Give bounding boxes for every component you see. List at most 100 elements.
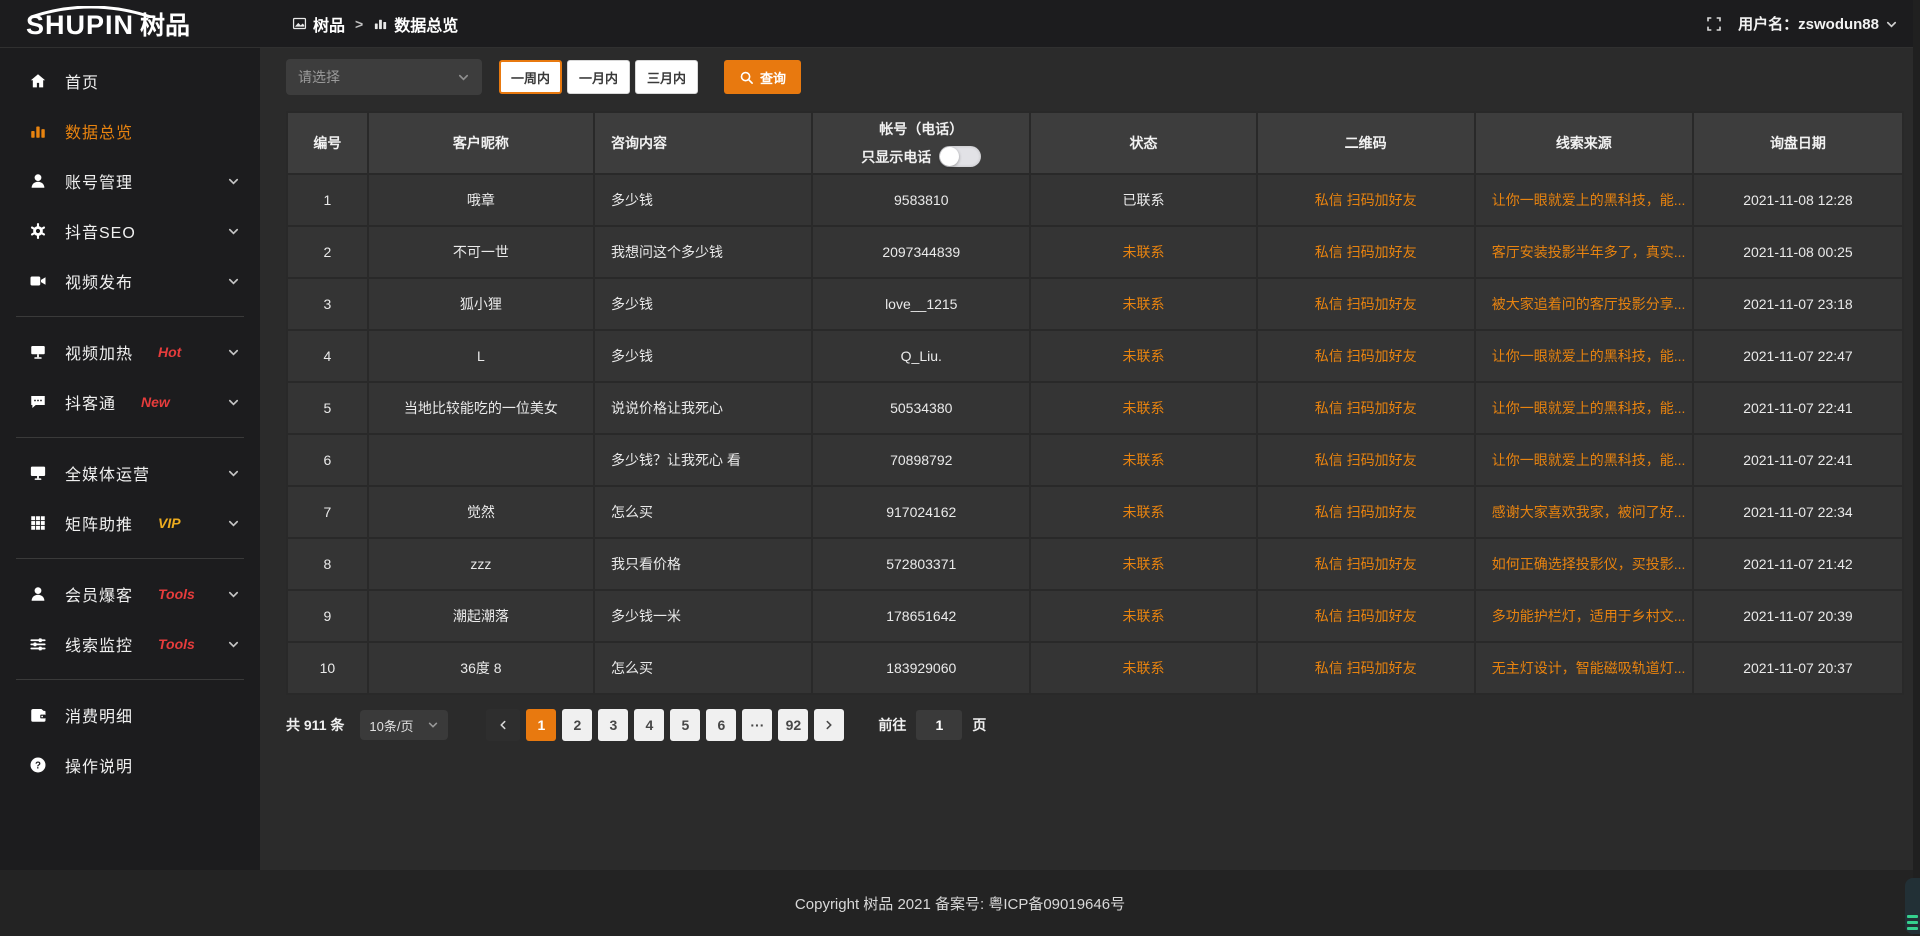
- sidebar-item-video-publish[interactable]: 视频发布: [0, 256, 260, 306]
- cell-date: 2021-11-07 22:41: [1693, 382, 1903, 434]
- cell-source-link[interactable]: 让你一眼就爱上的黑科技，能...: [1475, 434, 1693, 486]
- sidebar-item-label: 抖音SEO: [65, 219, 136, 243]
- cell-content: 我想问这个多少钱: [594, 226, 812, 278]
- sidebar-item-home[interactable]: 首页: [0, 56, 260, 106]
- cell-account: love__1215: [812, 278, 1030, 330]
- sidebar-item-label: 会员爆客: [65, 582, 133, 606]
- cell-id: 10: [287, 642, 368, 694]
- page-button-92[interactable]: 92: [778, 709, 808, 741]
- cell-qrcode-link[interactable]: 私信 扫码加好友: [1257, 486, 1475, 538]
- sidebar-item-badge: Tools: [158, 636, 195, 652]
- cell-id: 1: [287, 174, 368, 226]
- table-row: 1036度 8怎么买183929060未联系私信 扫码加好友无主灯设计，智能磁吸…: [287, 642, 1903, 694]
- app-window-icon: [292, 16, 307, 31]
- cell-qrcode-link[interactable]: 私信 扫码加好友: [1257, 382, 1475, 434]
- sidebar-item-label: 消费明细: [65, 703, 133, 727]
- cell-date: 2021-11-07 22:47: [1693, 330, 1903, 382]
- sidebar-item-douketong[interactable]: 抖客通New: [0, 377, 260, 427]
- cell-qrcode-link[interactable]: 私信 扫码加好友: [1257, 226, 1475, 278]
- sidebar-item-data-overview[interactable]: 数据总览: [0, 106, 260, 156]
- user-menu[interactable]: 用户名：zswodun88: [1738, 13, 1898, 34]
- brand-logo: SHUPIN 树品: [0, 2, 260, 45]
- chevron-down-icon: [227, 175, 240, 188]
- page-button-5[interactable]: 5: [670, 709, 700, 741]
- sidebar-item-member-baoke[interactable]: 会员爆客Tools: [0, 569, 260, 619]
- cell-nickname: 狐小狸: [368, 278, 594, 330]
- cell-status: 未联系: [1030, 642, 1256, 694]
- filter-select[interactable]: 请选择: [286, 59, 482, 95]
- sidebar-item-video-heating[interactable]: 视频加热Hot: [0, 327, 260, 377]
- chevron-down-icon: [227, 396, 240, 409]
- cell-source-link[interactable]: 被大家追着问的客厅投影分享...: [1475, 278, 1693, 330]
- page-size-label: 10条/页: [369, 716, 413, 735]
- period-button-quarter[interactable]: 三月内: [635, 60, 698, 94]
- cell-qrcode-link[interactable]: 私信 扫码加好友: [1257, 434, 1475, 486]
- page-button-3[interactable]: 3: [598, 709, 628, 741]
- cell-source-link[interactable]: 让你一眼就爱上的黑科技，能...: [1475, 330, 1693, 382]
- sidebar-item-account-management[interactable]: 账号管理: [0, 156, 260, 206]
- cell-qrcode-link[interactable]: 私信 扫码加好友: [1257, 330, 1475, 382]
- prev-page-button[interactable]: [486, 709, 520, 741]
- cell-source-link[interactable]: 客厅安装投影半年多了，真实...: [1475, 226, 1693, 278]
- total-count-label: 共 911 条: [286, 715, 344, 735]
- cell-qrcode-link[interactable]: 私信 扫码加好友: [1257, 538, 1475, 590]
- sidebar-item-badge: VIP: [158, 515, 181, 531]
- page-ellipsis-button[interactable]: ···: [742, 709, 772, 741]
- breadcrumb-current[interactable]: 数据总览: [373, 12, 458, 36]
- sidebar-item-label: 矩阵助推: [65, 511, 133, 535]
- period-button-week[interactable]: 一周内: [499, 60, 562, 94]
- cell-content: 多少钱: [594, 278, 812, 330]
- cell-date: 2021-11-08 12:28: [1693, 174, 1903, 226]
- cell-status: 未联系: [1030, 330, 1256, 382]
- cell-source-link[interactable]: 如何正确选择投影仪，买投影...: [1475, 538, 1693, 590]
- page-button-2[interactable]: 2: [562, 709, 592, 741]
- phone-only-toggle[interactable]: [939, 146, 981, 167]
- cell-qrcode-link[interactable]: 私信 扫码加好友: [1257, 590, 1475, 642]
- page-nav: 123456···92: [486, 709, 844, 741]
- cell-source-link[interactable]: 无主灯设计，智能磁吸轨道灯...: [1475, 642, 1693, 694]
- cell-source-link[interactable]: 多功能护栏灯，适用于乡村文...: [1475, 590, 1693, 642]
- chevron-down-icon: [227, 467, 240, 480]
- cell-qrcode-link[interactable]: 私信 扫码加好友: [1257, 174, 1475, 226]
- table-header-row: 编号 客户昵称 咨询内容 帐号（电话） 只显示电话 状态 二维码 线索来源: [287, 112, 1903, 174]
- sidebar-item-douyin-seo[interactable]: 抖音SEO: [0, 206, 260, 256]
- sidebar-item-clue-monitor[interactable]: 线索监控Tools: [0, 619, 260, 669]
- page-size-select[interactable]: 10条/页: [360, 710, 448, 740]
- cell-account: 9583810: [812, 174, 1030, 226]
- chevron-down-icon: [227, 346, 240, 359]
- table-row: 7觉然怎么买917024162未联系私信 扫码加好友感谢大家喜欢我家，被问了好.…: [287, 486, 1903, 538]
- cell-qrcode-link[interactable]: 私信 扫码加好友: [1257, 278, 1475, 330]
- period-filter-group: 一周内一月内三月内: [499, 60, 698, 94]
- col-account: 帐号（电话） 只显示电话: [812, 112, 1030, 174]
- cell-source-link[interactable]: 感谢大家喜欢我家，被问了好...: [1475, 486, 1693, 538]
- cell-qrcode-link[interactable]: 私信 扫码加好友: [1257, 642, 1475, 694]
- cell-content: 怎么买: [594, 642, 812, 694]
- cell-account: 183929060: [812, 642, 1030, 694]
- fullscreen-icon[interactable]: [1706, 16, 1722, 32]
- cell-nickname: 哦章: [368, 174, 594, 226]
- period-button-month[interactable]: 一月内: [567, 60, 630, 94]
- cell-source-link[interactable]: 让你一眼就爱上的黑科技，能...: [1475, 382, 1693, 434]
- sidebar-item-matrix-boost[interactable]: 矩阵助推 VIP: [0, 498, 260, 548]
- sidebar-item-consumption-detail[interactable]: 消费明细: [0, 690, 260, 740]
- page-button-4[interactable]: 4: [634, 709, 664, 741]
- table-row: 4L多少钱Q_Liu.未联系私信 扫码加好友让你一眼就爱上的黑科技，能...20…: [287, 330, 1903, 382]
- goto-page-input[interactable]: [916, 710, 962, 740]
- page-button-6[interactable]: 6: [706, 709, 736, 741]
- cell-id: 3: [287, 278, 368, 330]
- phone-only-label: 只显示电话: [861, 147, 931, 167]
- query-button[interactable]: 查询: [724, 60, 801, 94]
- table-row: 6多少钱？让我死心 看70898792未联系私信 扫码加好友让你一眼就爱上的黑科…: [287, 434, 1903, 486]
- cell-nickname: zzz: [368, 538, 594, 590]
- floating-widget[interactable]: [1905, 878, 1920, 934]
- breadcrumb-home[interactable]: 树品: [292, 12, 345, 36]
- cell-id: 6: [287, 434, 368, 486]
- page-button-1[interactable]: 1: [526, 709, 556, 741]
- gear-icon: [28, 222, 48, 240]
- next-page-button[interactable]: [814, 709, 844, 741]
- sidebar-item-operation-guide[interactable]: ?操作说明: [0, 740, 260, 790]
- cell-source-link[interactable]: 让你一眼就爱上的黑科技，能...: [1475, 174, 1693, 226]
- sidebar-item-media-operation[interactable]: 全媒体运营: [0, 448, 260, 498]
- cell-nickname: 36度 8: [368, 642, 594, 694]
- scrollbar-track[interactable]: [1913, 0, 1920, 936]
